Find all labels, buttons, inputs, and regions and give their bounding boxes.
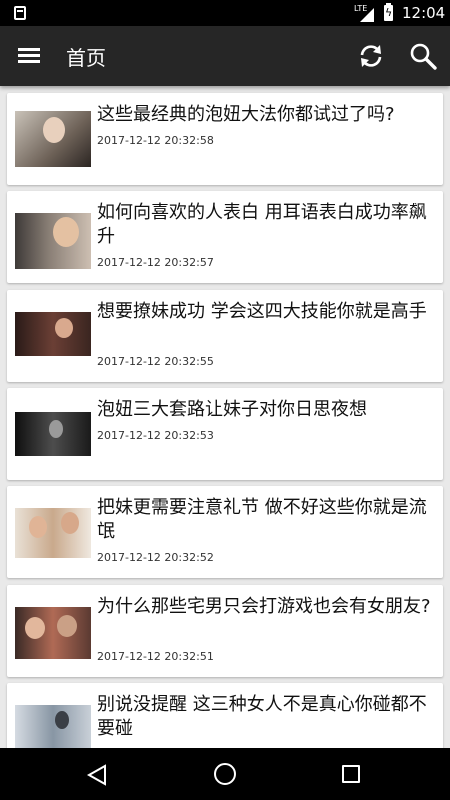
article-time: 2017-12-12 20:32:58 xyxy=(97,134,214,147)
app-bar: 首页 xyxy=(0,26,450,86)
article-title: 这些最经典的泡妞大法你都试过了吗? xyxy=(97,104,395,125)
navigation-bar xyxy=(0,748,450,800)
article-card[interactable]: 想要撩妹成功 学会这四大技能你就是高手 2017-12-12 20:32:55 xyxy=(7,290,443,382)
recents-icon[interactable] xyxy=(342,765,360,783)
article-title: 别说没提醒 这三种女人不是真心你碰都不要碰 xyxy=(97,694,427,739)
article-time: 2017-12-12 20:32:51 xyxy=(97,650,214,663)
article-title: 为什么那些宅男只会打游戏也会有女朋友? xyxy=(97,596,431,617)
article-time: 2017-12-12 20:32:52 xyxy=(97,551,214,564)
article-thumbnail xyxy=(15,111,91,167)
article-thumbnail xyxy=(15,312,91,356)
article-thumbnail xyxy=(15,213,91,269)
back-icon[interactable] xyxy=(86,764,108,786)
article-card[interactable]: 泡妞三大套路让妹子对你日思夜想 2017-12-12 20:32:53 xyxy=(7,388,443,480)
article-list[interactable]: 这些最经典的泡妞大法你都试过了吗? 2017-12-12 20:32:58 如何… xyxy=(0,86,450,748)
article-card[interactable]: 如何向喜欢的人表白 用耳语表白成功率飙升 2017-12-12 20:32:57 xyxy=(7,191,443,283)
article-thumbnail xyxy=(15,412,91,456)
article-time: 2017-12-12 20:32:55 xyxy=(97,355,214,368)
search-icon[interactable] xyxy=(408,41,438,71)
home-icon[interactable] xyxy=(214,763,236,785)
notification-icon xyxy=(14,6,26,20)
article-card[interactable]: 为什么那些宅男只会打游戏也会有女朋友? 2017-12-12 20:32:51 xyxy=(7,585,443,677)
article-thumbnail xyxy=(15,705,91,748)
article-thumbnail xyxy=(15,607,91,659)
article-card[interactable]: 把妹更需要注意礼节 做不好这些你就是流氓 2017-12-12 20:32:52 xyxy=(7,486,443,578)
article-title: 把妹更需要注意礼节 做不好这些你就是流氓 xyxy=(97,497,427,542)
page-title: 首页 xyxy=(66,46,106,70)
article-time: 2017-12-12 20:32:57 xyxy=(97,256,214,269)
signal-icon xyxy=(360,8,374,22)
article-time: 2017-12-12 20:32:53 xyxy=(97,429,214,442)
refresh-icon[interactable] xyxy=(356,41,386,71)
menu-icon[interactable] xyxy=(18,46,42,66)
article-card[interactable]: 别说没提醒 这三种女人不是真心你碰都不要碰 xyxy=(7,683,443,748)
article-title: 想要撩妹成功 学会这四大技能你就是高手 xyxy=(97,301,427,322)
article-card[interactable]: 这些最经典的泡妞大法你都试过了吗? 2017-12-12 20:32:58 xyxy=(7,93,443,185)
article-title: 如何向喜欢的人表白 用耳语表白成功率飙升 xyxy=(97,202,427,247)
status-time: 12:04 xyxy=(402,4,446,22)
article-thumbnail xyxy=(15,508,91,558)
article-title: 泡妞三大套路让妹子对你日思夜想 xyxy=(97,399,367,420)
battery-icon: ϟ xyxy=(384,3,393,21)
status-bar: LTE ϟ 12:04 xyxy=(0,0,450,26)
